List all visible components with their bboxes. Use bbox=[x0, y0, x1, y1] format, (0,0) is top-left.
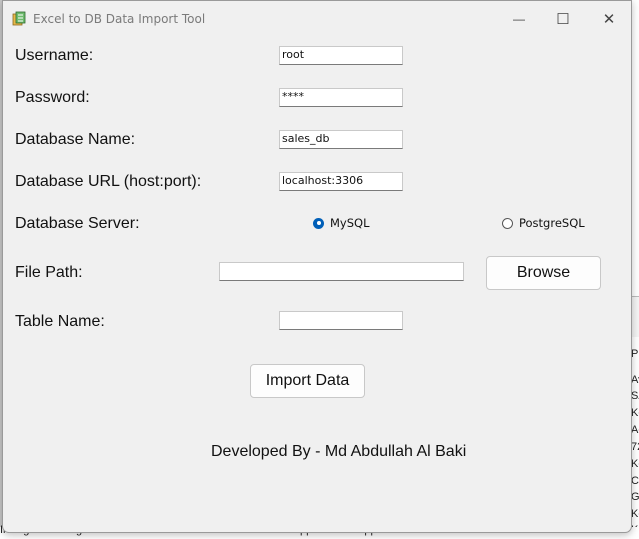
import-data-button[interactable]: Import Data bbox=[250, 364, 365, 398]
background-cell: Ke bbox=[631, 407, 639, 419]
password-label: Password: bbox=[15, 89, 90, 106]
background-cell: Ke bbox=[631, 458, 639, 470]
username-label: Username: bbox=[15, 47, 94, 64]
database-server-label: Database Server: bbox=[15, 215, 140, 232]
window-title: Excel to DB Data Import Tool bbox=[33, 12, 206, 26]
table-name-label: Table Name: bbox=[15, 313, 105, 330]
title-bar[interactable]: Excel to DB Data Import Tool — ☐ ✕ bbox=[3, 1, 631, 35]
background-cell: SA bbox=[631, 390, 639, 402]
close-icon: ✕ bbox=[602, 11, 616, 28]
database-url-field[interactable]: localhost:3306 bbox=[279, 172, 403, 191]
minimize-icon: — bbox=[513, 12, 525, 26]
file-path-label: File Path: bbox=[15, 264, 83, 281]
background-cell: Ac bbox=[631, 424, 639, 436]
username-field[interactable]: root bbox=[279, 46, 403, 65]
mysql-radio[interactable]: MySQL bbox=[313, 216, 370, 230]
postgresql-radio[interactable]: PostgreSQL bbox=[502, 216, 585, 230]
close-button[interactable]: ✕ bbox=[587, 7, 631, 31]
browse-button[interactable]: Browse bbox=[486, 256, 601, 290]
file-path-field[interactable] bbox=[219, 262, 464, 281]
table-name-field[interactable] bbox=[279, 311, 403, 330]
radio-unselected-icon bbox=[502, 217, 513, 229]
background-cell: 72 bbox=[631, 441, 639, 453]
minimize-button[interactable]: — bbox=[497, 7, 541, 31]
postgresql-radio-label: PostgreSQL bbox=[519, 216, 585, 230]
background-cell: Ca bbox=[631, 475, 639, 487]
background-cell: Av bbox=[631, 374, 639, 386]
mysql-radio-label: MySQL bbox=[330, 216, 370, 230]
background-cell: P bbox=[631, 348, 639, 360]
database-name-field[interactable]: sales_db bbox=[279, 130, 403, 149]
import-tool-window: Excel to DB Data Import Tool — ☐ ✕ Usern… bbox=[2, 0, 632, 533]
app-icon bbox=[12, 11, 26, 27]
background-cell: Gl bbox=[631, 491, 639, 503]
maximize-button[interactable]: ☐ bbox=[541, 7, 585, 31]
database-name-label: Database Name: bbox=[15, 131, 136, 148]
database-url-label: Database URL (host:port): bbox=[15, 173, 202, 190]
radio-selected-icon bbox=[313, 217, 324, 229]
background-cell: Ke bbox=[631, 508, 639, 520]
developer-credit: Developed By - Md Abdullah Al Baki bbox=[211, 443, 467, 460]
maximize-icon: ☐ bbox=[556, 11, 570, 28]
password-field[interactable]: **** bbox=[279, 88, 403, 107]
